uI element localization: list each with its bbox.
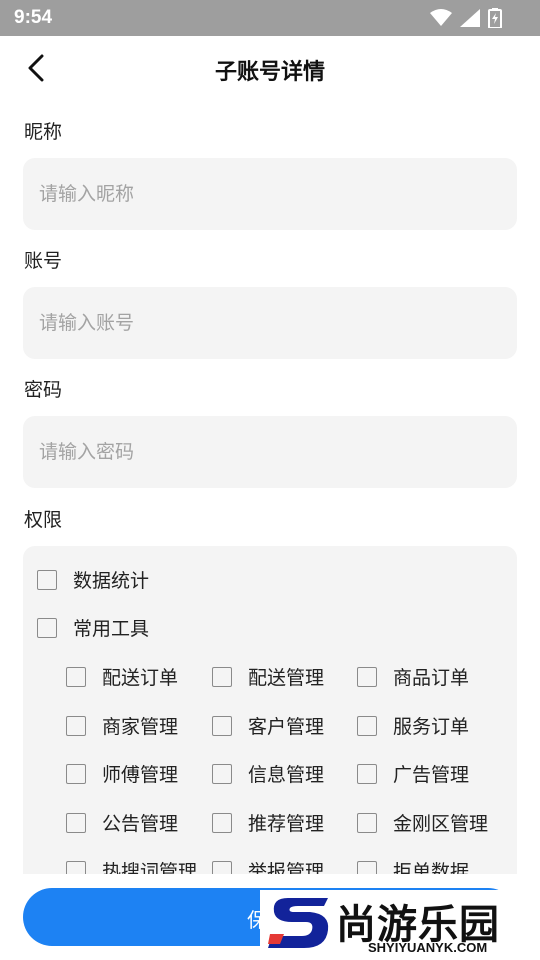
watermark-logo-icon: [268, 898, 329, 948]
checkbox[interactable]: [357, 860, 377, 874]
nickname-label: 昵称: [24, 121, 63, 143]
perm-item-kingkong-management[interactable]: 金刚区管理: [357, 809, 488, 836]
perm-item-delivery-orders[interactable]: 配送订单: [66, 663, 178, 690]
checkbox[interactable]: [357, 763, 377, 784]
perm-item-label: 金刚区管理: [393, 813, 489, 835]
perm-item-label: 信息管理: [248, 764, 325, 786]
perm-item-common-tools[interactable]: 常用工具: [37, 614, 149, 641]
perm-item-label: 商家管理: [102, 716, 179, 738]
perm-item-recommend-management[interactable]: 推荐管理: [212, 809, 324, 836]
perm-item-label: 服务订单: [393, 716, 470, 738]
checkbox[interactable]: [212, 763, 232, 784]
page-title: 子账号详情: [214, 60, 325, 85]
nav-bar: 子账号详情: [0, 36, 540, 102]
perm-item-label: 公告管理: [102, 813, 179, 835]
checkbox[interactable]: [212, 860, 232, 874]
account-input[interactable]: [23, 287, 517, 359]
perm-item-label: 拒单数据: [393, 861, 470, 874]
perm-item-label: 客户管理: [248, 716, 325, 738]
perm-item-label: 广告管理: [393, 764, 470, 786]
checkbox[interactable]: [66, 715, 86, 736]
nickname-input[interactable]: [23, 158, 517, 230]
perm-item-data-stats[interactable]: 数据统计: [37, 566, 149, 593]
perm-item-info-management[interactable]: 信息管理: [212, 760, 324, 787]
perm-item-label: 配送管理: [248, 667, 325, 689]
checkbox[interactable]: [37, 617, 57, 638]
perm-item-service-orders[interactable]: 服务订单: [357, 712, 469, 739]
perm-item-label: 举报管理: [248, 861, 325, 874]
status-time: 9:54: [14, 7, 53, 28]
perm-item-label: 商品订单: [393, 667, 470, 689]
battery-charging-icon: [488, 8, 502, 28]
signal-icon: [460, 9, 480, 27]
perm-item-hot-search-management[interactable]: 热搜词管理: [66, 857, 197, 874]
checkbox[interactable]: [357, 812, 377, 833]
perm-item-product-orders[interactable]: 商品订单: [357, 663, 469, 690]
perm-item-notice-management[interactable]: 公告管理: [66, 809, 178, 836]
perm-item-master-management[interactable]: 师傅管理: [66, 760, 178, 787]
perm-item-delivery-management[interactable]: 配送管理: [212, 663, 324, 690]
permissions-panel: 数据统计 常用工具 配送订单 配送管理 商品订单 商家管理 客户管理 服务订单 …: [23, 546, 517, 874]
checkbox[interactable]: [212, 812, 232, 833]
watermark: 尚游乐园 SHYIYUANYK.COM: [260, 890, 540, 960]
password-input[interactable]: [23, 416, 517, 488]
perm-item-report-management[interactable]: 举报管理: [212, 857, 324, 874]
checkbox[interactable]: [357, 715, 377, 736]
perm-item-label: 推荐管理: [248, 813, 325, 835]
status-bar: 9:54: [0, 0, 540, 36]
perm-item-label: 配送订单: [102, 667, 179, 689]
password-label: 密码: [24, 379, 63, 401]
perm-item-label: 热搜词管理: [102, 861, 198, 874]
checkbox[interactable]: [66, 763, 86, 784]
checkbox[interactable]: [66, 860, 86, 874]
checkbox[interactable]: [66, 812, 86, 833]
perm-item-customer-management[interactable]: 客户管理: [212, 712, 324, 739]
perm-item-label: 数据统计: [73, 570, 150, 592]
account-label: 账号: [24, 250, 63, 272]
status-icons: [430, 8, 502, 28]
permissions-label: 权限: [24, 509, 63, 531]
checkbox[interactable]: [66, 666, 86, 687]
wifi-icon: [430, 9, 452, 26]
perm-item-label: 师傅管理: [102, 764, 179, 786]
checkbox[interactable]: [357, 666, 377, 687]
perm-item-rejected-orders-data[interactable]: 拒单数据: [357, 857, 469, 874]
perm-item-label: 常用工具: [73, 618, 150, 640]
watermark-url: SHYIYUANYK.COM: [368, 940, 488, 955]
checkbox[interactable]: [37, 569, 57, 590]
checkbox[interactable]: [212, 715, 232, 736]
perm-item-ad-management[interactable]: 广告管理: [357, 760, 469, 787]
checkbox[interactable]: [212, 666, 232, 687]
perm-item-merchant-management[interactable]: 商家管理: [66, 712, 178, 739]
